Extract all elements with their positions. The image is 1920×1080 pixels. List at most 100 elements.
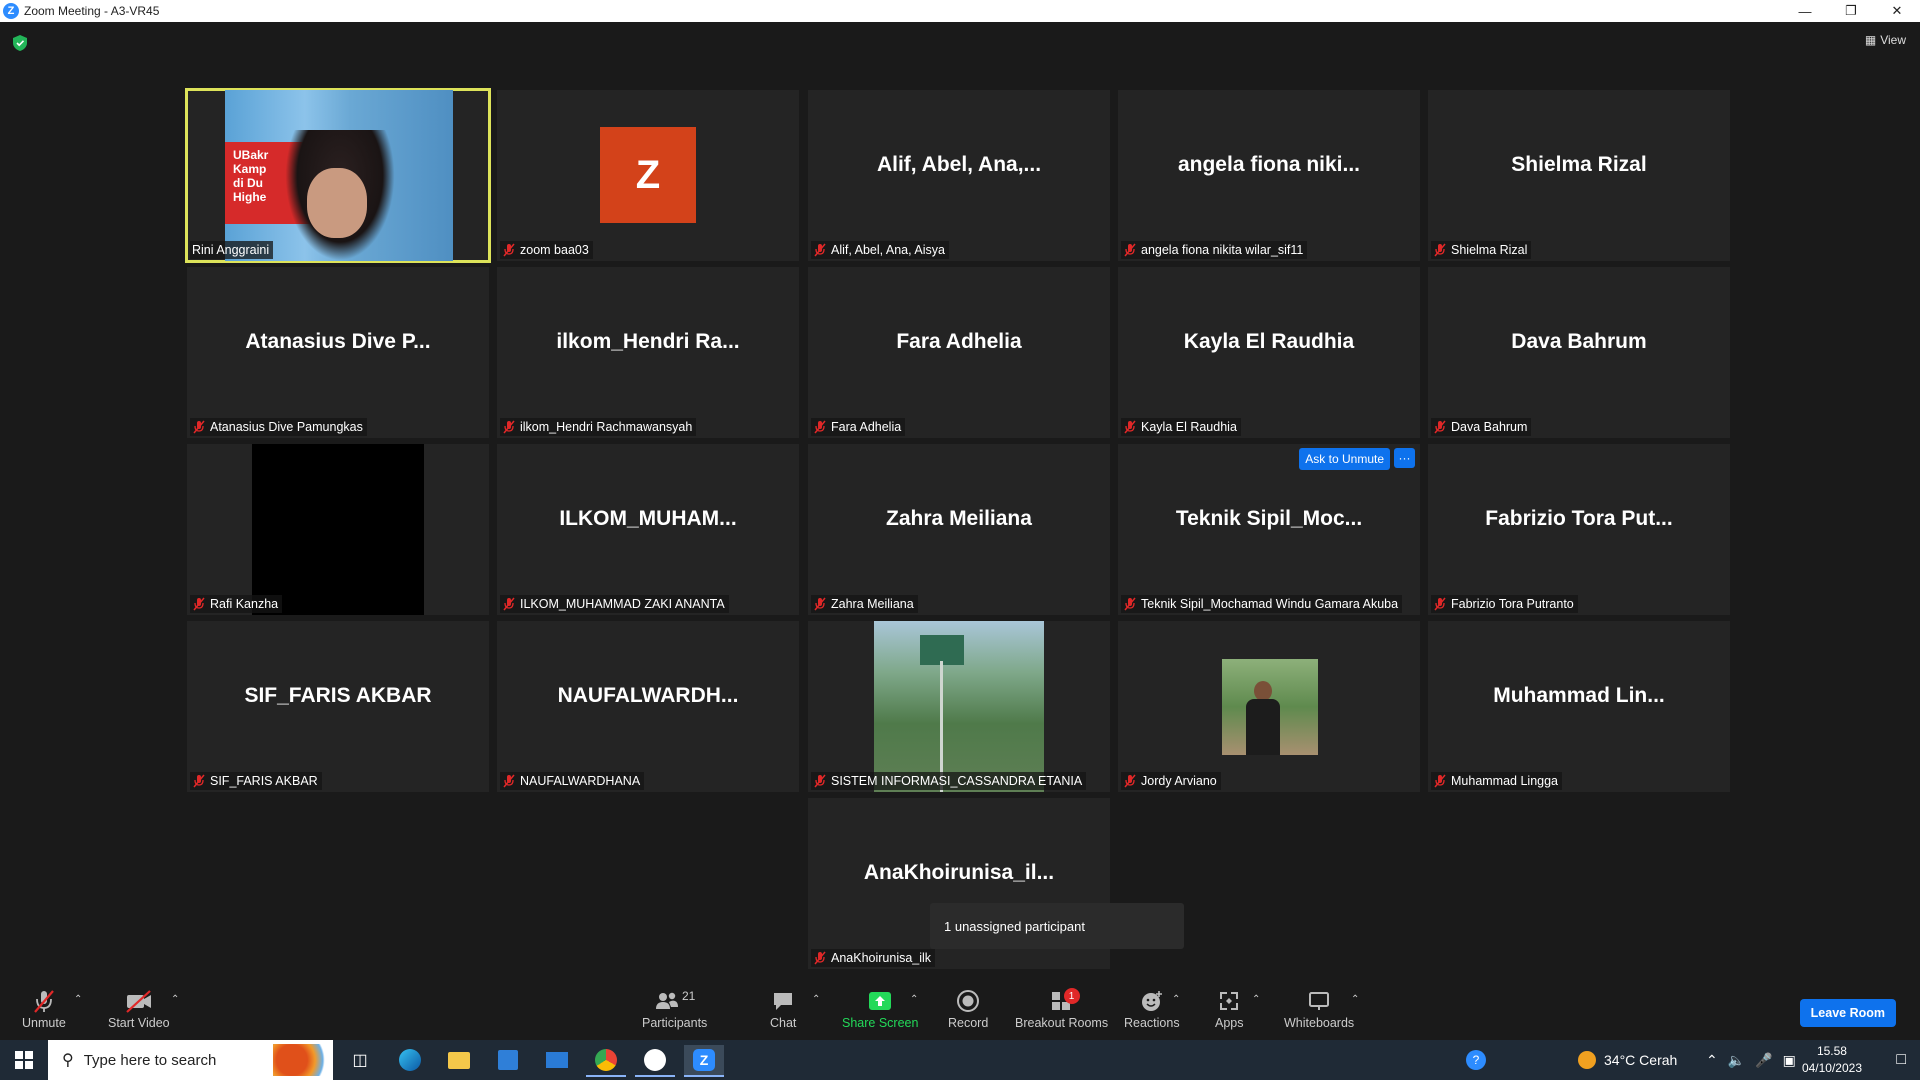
apps-options-chevron-icon[interactable]: ⌃: [1252, 994, 1260, 1005]
whiteboards-options-chevron-icon[interactable]: ⌃: [1351, 994, 1359, 1005]
participant-name-label: ilkom_Hendri Rachmawansyah: [500, 418, 697, 436]
participants-button[interactable]: 21 Participants: [642, 988, 707, 1030]
record-button[interactable]: Record: [948, 988, 988, 1030]
close-button[interactable]: ✕: [1874, 0, 1920, 22]
app-button[interactable]: [635, 1045, 675, 1077]
edge-browser-button[interactable]: [390, 1045, 430, 1075]
participant-tile[interactable]: Shielma Rizal Shielma Rizal: [1428, 90, 1730, 261]
participant-name: Kayla El Raudhia: [1141, 420, 1237, 434]
task-view-button[interactable]: ◫: [340, 1045, 380, 1075]
participant-tile[interactable]: Fabrizio Tora Put... Fabrizio Tora Putra…: [1428, 444, 1730, 615]
notifications-button[interactable]: □: [1896, 1040, 1906, 1080]
participant-name: SISTEM INFORMASI_CASSANDRA ETANIA: [831, 774, 1083, 788]
muted-mic-icon: [814, 420, 826, 434]
participant-name-label: Fara Adhelia: [811, 418, 906, 436]
participant-name: Zahra Meiliana: [831, 597, 914, 611]
participant-tile[interactable]: Rafi Kanzha: [187, 444, 489, 615]
windows-logo-icon: [15, 1051, 33, 1069]
windows-start-button[interactable]: [4, 1045, 44, 1075]
help-tray-icon[interactable]: ?: [1466, 1040, 1486, 1080]
start-video-button[interactable]: Start Video: [108, 988, 170, 1030]
video-options-chevron-icon[interactable]: ⌃: [171, 994, 179, 1005]
participant-name: Rini Anggraini: [192, 243, 270, 257]
participant-tile[interactable]: SISTEM INFORMASI_CASSANDRA ETANIA: [808, 621, 1110, 792]
participant-name: Atanasius Dive Pamungkas: [210, 420, 363, 434]
participant-tile[interactable]: NAUFALWARDH... NAUFALWARDHANA: [497, 621, 799, 792]
participant-tile[interactable]: Muhammad Lin... Muhammad Lingga: [1428, 621, 1730, 792]
participant-name-label: NAUFALWARDHANA: [500, 772, 645, 790]
whiteboards-label: Whiteboards: [1284, 1016, 1355, 1030]
participant-name-label: Alif, Abel, Ana, Aisya: [811, 241, 949, 259]
participant-tile[interactable]: angela fiona niki... angela fiona nikita…: [1118, 90, 1420, 261]
participant-tile[interactable]: ilkom_Hendri Ra... ilkom_Hendri Rachmawa…: [497, 267, 799, 438]
mail-button[interactable]: [537, 1045, 577, 1075]
participant-name-label: SIF_FARIS AKBAR: [190, 772, 322, 790]
ask-to-unmute-button[interactable]: Ask to Unmute: [1299, 448, 1390, 470]
chat-label: Chat: [770, 1016, 797, 1030]
reactions-options-chevron-icon[interactable]: ⌃: [1172, 994, 1180, 1005]
chat-options-chevron-icon[interactable]: ⌃: [812, 994, 820, 1005]
participant-tile[interactable]: Teknik Sipil_Moc... Ask to Unmute ··· Te…: [1118, 444, 1420, 615]
participant-name: ILKOM_MUHAMMAD ZAKI ANANTA: [520, 597, 725, 611]
participant-name-label: SISTEM INFORMASI_CASSANDRA ETANIA: [811, 772, 1087, 790]
participant-name-label: Rini Anggraini: [190, 241, 274, 259]
view-button[interactable]: ▦ View: [1865, 33, 1906, 47]
participant-name-label: Teknik Sipil_Mochamad Windu Gamara Akuba: [1121, 595, 1403, 613]
chevron-up-icon[interactable]: ⌃: [1706, 1052, 1718, 1069]
participant-tile[interactable]: Alif, Abel, Ana,... Alif, Abel, Ana, Ais…: [808, 90, 1110, 261]
audio-options-chevron-icon[interactable]: ⌃: [74, 994, 82, 1005]
participants-icon: [655, 992, 678, 1009]
breakout-rooms-label: Breakout Rooms: [1015, 1016, 1109, 1030]
more-options-button[interactable]: ···: [1394, 448, 1415, 468]
folder-icon: [448, 1051, 470, 1069]
network-icon[interactable]: ▣: [1783, 1052, 1796, 1069]
windows-taskbar: ⚲ Type here to search ◫ Z ? 34°C Cerah ⌃…: [0, 1040, 1920, 1080]
participant-display-name: Atanasius Dive P...: [245, 329, 431, 353]
participant-tile[interactable]: Zahra Meiliana Zahra Meiliana: [808, 444, 1110, 615]
file-explorer-button[interactable]: [439, 1045, 479, 1075]
leave-room-button[interactable]: Leave Room: [1799, 999, 1896, 1027]
minimize-button[interactable]: —: [1782, 0, 1828, 22]
edge-icon: [399, 1049, 421, 1071]
chrome-button[interactable]: [586, 1045, 626, 1077]
mail-icon: [546, 1052, 568, 1068]
participant-tile[interactable]: Dava Bahrum Dava Bahrum: [1428, 267, 1730, 438]
zoom-taskbar-button[interactable]: Z: [684, 1045, 724, 1077]
view-label: View: [1880, 33, 1906, 47]
taskbar-search-box[interactable]: ⚲ Type here to search: [48, 1040, 333, 1080]
muted-mic-icon: [1124, 243, 1136, 257]
unmute-label: Unmute: [22, 1016, 66, 1030]
participant-tile[interactable]: Kayla El Raudhia Kayla El Raudhia: [1118, 267, 1420, 438]
participant-display-name: angela fiona niki...: [1177, 152, 1361, 176]
participant-display-name: ilkom_Hendri Ra...: [556, 329, 740, 353]
microphone-icon[interactable]: 🎤: [1755, 1052, 1772, 1069]
speaker-icon[interactable]: 🔈: [1728, 1052, 1745, 1069]
help-icon: ?: [1466, 1050, 1486, 1070]
store-button[interactable]: [488, 1045, 528, 1075]
chat-button[interactable]: Chat: [770, 988, 796, 1030]
participant-name-label: Fabrizio Tora Putranto: [1431, 595, 1578, 613]
participant-name-label: Shielma Rizal: [1431, 241, 1532, 259]
whiteboards-button[interactable]: Whiteboards: [1284, 988, 1354, 1030]
restore-button[interactable]: ❐: [1828, 0, 1874, 22]
share-options-chevron-icon[interactable]: ⌃: [910, 994, 918, 1005]
clock-date: 04/10/2023: [1801, 1061, 1862, 1075]
chrome-icon: [595, 1049, 617, 1071]
participant-name: Muhammad Lingga: [1451, 774, 1559, 788]
participant-name: Alif, Abel, Ana, Aisya: [831, 243, 945, 257]
muted-mic-icon: [193, 597, 205, 611]
participant-tile[interactable]: Atanasius Dive P... Atanasius Dive Pamun…: [187, 267, 489, 438]
weather-widget[interactable]: 34°C Cerah: [1578, 1040, 1677, 1080]
unmute-button[interactable]: Unmute: [22, 988, 66, 1030]
participant-tile[interactable]: Jordy Arviano: [1118, 621, 1420, 792]
apps-button[interactable]: Apps: [1215, 988, 1244, 1030]
participant-tile[interactable]: SIF_FARIS AKBAR SIF_FARIS AKBAR: [187, 621, 489, 792]
share-screen-button[interactable]: Share Screen: [842, 988, 918, 1030]
encryption-shield-icon[interactable]: [13, 35, 27, 51]
participant-tile[interactable]: Fara Adhelia Fara Adhelia: [808, 267, 1110, 438]
breakout-rooms-button[interactable]: 1 Breakout Rooms: [1015, 988, 1108, 1030]
participant-tile[interactable]: UBakr Kamp di Du Highe Rini Anggraini: [185, 88, 491, 263]
participant-tile[interactable]: Z zoom baa03: [497, 90, 799, 261]
taskbar-clock[interactable]: 15.58 04/10/2023: [1802, 1043, 1862, 1077]
participant-tile[interactable]: ILKOM_MUHAM... ILKOM_MUHAMMAD ZAKI ANANT…: [497, 444, 799, 615]
